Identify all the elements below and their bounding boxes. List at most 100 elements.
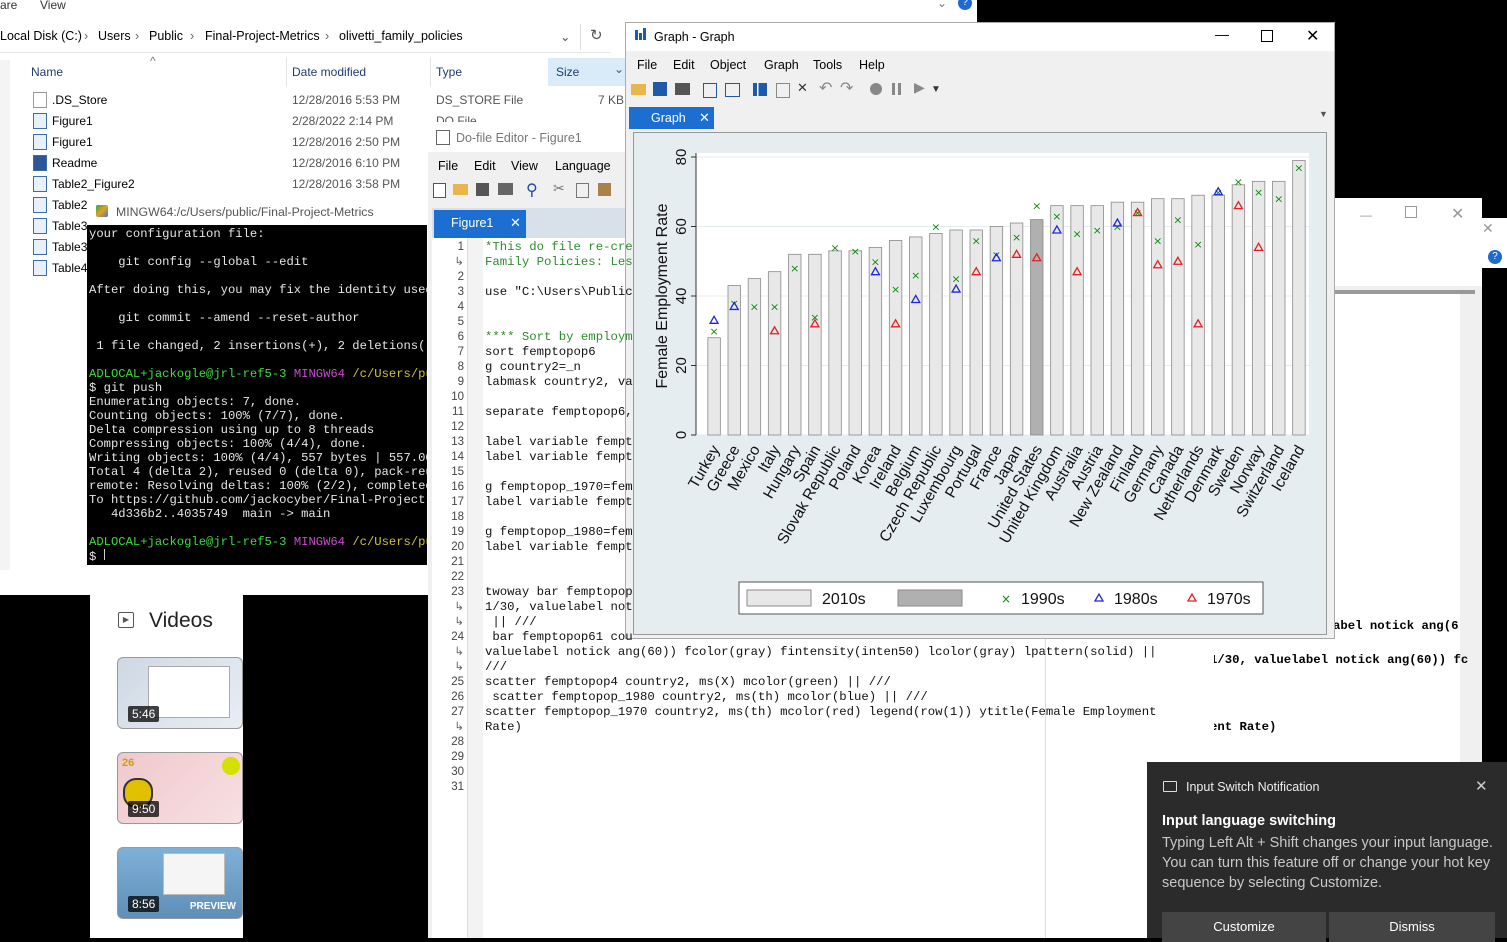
stata-file-icon xyxy=(33,260,47,276)
input-switch-notification: Input Switch Notification ✕ Input langua… xyxy=(1147,762,1507,942)
menu-edit[interactable]: Edit xyxy=(673,58,695,72)
help-icon[interactable]: ? xyxy=(958,0,972,10)
crumb-public[interactable]: Public xyxy=(149,29,183,43)
close-icon[interactable]: ✕ xyxy=(1482,220,1494,237)
help-icon[interactable]: ? xyxy=(1488,250,1502,264)
menu-help[interactable]: Help xyxy=(859,58,885,72)
line-number: 25 xyxy=(451,676,464,688)
menu-graph[interactable]: Graph xyxy=(764,58,799,72)
save-icon[interactable] xyxy=(653,82,667,96)
crumb-users[interactable]: Users xyxy=(98,29,131,43)
line-number: 22 xyxy=(451,571,464,583)
nav-pane-scrollbar[interactable] xyxy=(0,60,10,570)
line-number: 24 xyxy=(451,631,464,643)
minimize-icon[interactable]: — xyxy=(1360,208,1372,222)
chevron-down-icon[interactable]: ▼ xyxy=(1319,109,1328,119)
new-file-icon[interactable] xyxy=(433,183,446,198)
print-icon[interactable] xyxy=(498,183,513,195)
cut-icon[interactable]: ✂ xyxy=(553,180,565,197)
close-icon[interactable]: ✕ xyxy=(1475,777,1488,795)
file-name: Table4 xyxy=(52,261,88,275)
legend-marker-1990s: × xyxy=(1001,592,1011,606)
video-thumbnail-2[interactable]: 26 9:50 xyxy=(117,752,243,824)
bar xyxy=(788,253,802,436)
terminal-line: Compressing objects: 100% (4/4), done. xyxy=(89,437,367,451)
copy-icon[interactable] xyxy=(576,183,589,198)
terminal-output[interactable]: your configuration file: git config --gl… xyxy=(89,227,427,565)
crumb-project[interactable]: Final-Project-Metrics xyxy=(205,29,320,43)
marker-1990s: × xyxy=(871,255,880,268)
close-icon[interactable]: ✕ xyxy=(1306,26,1319,46)
col-name[interactable]: Name xyxy=(31,65,63,79)
fold-margin xyxy=(467,238,484,938)
scrollbar[interactable] xyxy=(1460,294,1475,764)
y-tick-label: 80 xyxy=(673,149,690,166)
file-row[interactable]: .DS_Store 12/28/2016 5:53 PM DS_STORE File… xyxy=(30,90,630,110)
git-bash-window: MINGW64:/c/Users/public/Final-Project-Me… xyxy=(87,199,427,565)
record-icon[interactable] xyxy=(870,83,882,95)
chevron-down-icon[interactable]: ⌄ xyxy=(614,62,624,76)
address-bar[interactable]: Local Disk (C:) › Users › Public › Final… xyxy=(0,22,610,53)
bar-chart: 020406080Female Employment RateTurkeyGre… xyxy=(654,149,1309,615)
menu-share[interactable]: are xyxy=(0,0,17,12)
print-icon[interactable] xyxy=(675,83,690,95)
stata-file-icon xyxy=(33,197,47,213)
copy-icon[interactable] xyxy=(703,83,717,98)
menu-language[interactable]: Language xyxy=(555,159,611,173)
open-folder-icon[interactable] xyxy=(453,184,468,195)
chevron-down-icon[interactable]: ▼ xyxy=(931,84,941,95)
code-line: **** Sort by employm xyxy=(485,330,633,344)
rename-icon[interactable] xyxy=(725,83,740,97)
git-title: MINGW64:/c/Users/public/Final-Project-Me… xyxy=(116,205,374,219)
bar xyxy=(808,253,822,436)
col-date[interactable]: Date modified xyxy=(292,65,366,79)
menu-file[interactable]: File xyxy=(637,58,657,72)
open-folder-icon[interactable] xyxy=(631,84,646,95)
maximize-icon[interactable] xyxy=(1405,206,1417,218)
menu-file[interactable]: File xyxy=(438,159,458,173)
menu-view[interactable]: View xyxy=(511,159,538,173)
marker-1990s: × xyxy=(1072,227,1081,240)
chevron-down-icon[interactable]: ⌄ xyxy=(560,29,570,44)
col-type[interactable]: Type xyxy=(436,65,462,79)
code-line: scatter femptopop_1970 country2, ms(th) … xyxy=(485,705,1157,719)
play-icon[interactable]: ▶ xyxy=(914,79,925,96)
search-icon[interactable]: ⚲ xyxy=(526,180,538,200)
chevron-down-icon[interactable]: ⌄ xyxy=(937,0,947,10)
line-number: 19 xyxy=(451,526,464,538)
code-line: scatter femptopop_1980 country2, ms(th) … xyxy=(485,690,928,704)
col-size[interactable]: Size xyxy=(556,65,579,79)
maximize-icon[interactable] xyxy=(1261,30,1273,42)
close-icon[interactable]: ✕ xyxy=(510,215,521,231)
marker-1990s: × xyxy=(1052,210,1061,223)
save-icon[interactable] xyxy=(476,183,489,196)
pause-icon[interactable] xyxy=(892,83,895,95)
bar xyxy=(868,246,883,436)
close-icon[interactable]: ✕ xyxy=(1451,204,1464,224)
menu-view[interactable]: View xyxy=(40,0,66,12)
code-line: labmask country2, va xyxy=(485,375,633,389)
minimize-icon[interactable]: — xyxy=(1215,26,1229,42)
menu-edit[interactable]: Edit xyxy=(474,159,496,173)
paste-icon[interactable] xyxy=(598,183,611,196)
tab-graph[interactable]: Graph ✕ xyxy=(629,107,714,129)
video-thumbnail-3[interactable]: 8:56 PREVIEW xyxy=(117,847,243,919)
redo-icon[interactable]: ↷ xyxy=(840,78,853,98)
crumb-local-disk[interactable]: Local Disk (C:) xyxy=(0,29,82,43)
keyboard-icon xyxy=(1163,781,1177,792)
y-tick-label: 40 xyxy=(673,288,690,305)
menu-tools[interactable]: Tools xyxy=(813,58,842,72)
menu-object[interactable]: Object xyxy=(710,58,746,72)
crumb-folder[interactable]: olivetti_family_policies xyxy=(339,29,463,43)
file-date: 12/28/2016 2:50 PM xyxy=(292,135,401,149)
close-icon[interactable]: ✕ xyxy=(699,110,710,126)
terminal-line: Counting objects: 100% (7/7), done. xyxy=(89,409,345,423)
refresh-icon[interactable]: ↻ xyxy=(590,26,603,44)
tab-figure1[interactable]: Figure1 ✕ xyxy=(434,210,526,238)
recorder-icon[interactable] xyxy=(776,83,790,98)
videos-heading: Videos xyxy=(149,609,213,632)
video-thumbnail-1[interactable]: 5:46 xyxy=(117,657,243,729)
graph-editor-icon[interactable] xyxy=(753,83,767,96)
undo-icon[interactable]: ↶ xyxy=(819,78,832,98)
line-number: ↳ xyxy=(454,661,464,673)
